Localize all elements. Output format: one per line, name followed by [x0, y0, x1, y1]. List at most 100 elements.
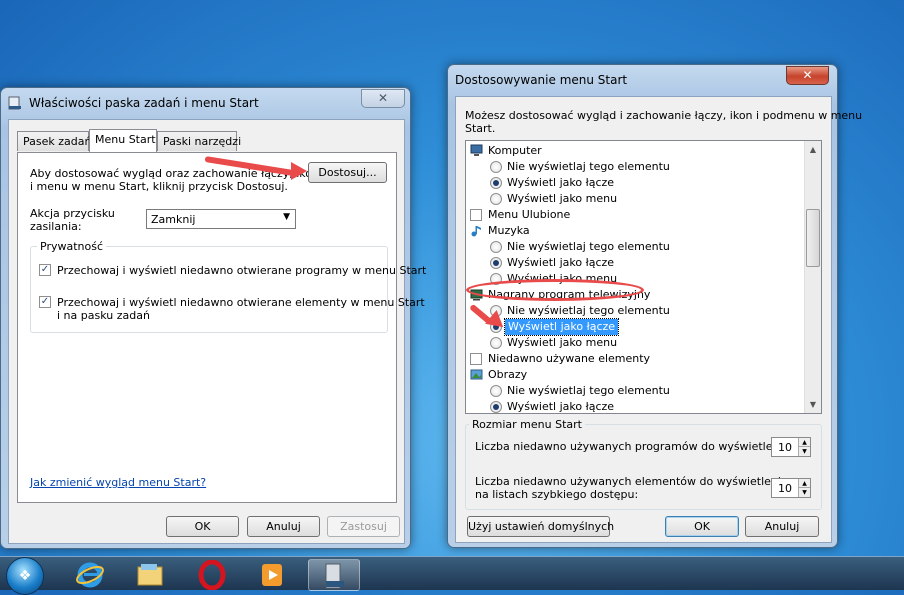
- power-button-label-line1: Akcja przycisku: [30, 207, 115, 220]
- help-link[interactable]: Jak zmienić wygląd menu Start?: [30, 476, 206, 489]
- recent-programs-count-value[interactable]: 10: [778, 441, 792, 454]
- dialog-title: Właściwości paska zadań i menu Start: [29, 96, 259, 110]
- recent-items-count-spinner[interactable]: 10 ▲ ▼: [771, 478, 811, 498]
- list-radio-label[interactable]: Nie wyświetlaj tego elementu: [507, 383, 670, 399]
- list-category-label: Obrazy: [488, 368, 528, 381]
- customize-button[interactable]: Dostosuj...: [308, 162, 387, 183]
- list-radio-label[interactable]: Nie wyświetlaj tego elementu: [507, 303, 670, 319]
- ok-button[interactable]: OK: [166, 516, 239, 537]
- privacy-group-label: Prywatność: [37, 240, 107, 253]
- internet-explorer-icon: [76, 562, 104, 588]
- size-group-label: Rozmiar menu Start: [469, 418, 585, 431]
- annotation-arrow-head: [291, 162, 307, 180]
- list-radio[interactable]: [490, 161, 502, 173]
- tab-toolbars[interactable]: Paski narzędzi: [157, 131, 241, 151]
- list-radio-label[interactable]: Wyświetl jako łącze: [503, 318, 620, 336]
- recent-items-checkbox-label-line2[interactable]: i na pasku zadań: [57, 309, 150, 322]
- tab-strip: Pasek zadań Menu Start Paski narzędzi: [17, 129, 397, 153]
- title-bar[interactable]: Właściwości paska zadań i menu Start ✕: [1, 88, 410, 118]
- privacy-group: Prywatność ✓ Przechowaj i wyświetl nieda…: [30, 240, 426, 333]
- start-menu-size-group: Rozmiar menu Start Liczba niedawno używa…: [465, 418, 822, 510]
- list-radio-label[interactable]: Nie wyświetlaj tego elementu: [507, 159, 670, 175]
- spinner-down-icon[interactable]: ▼: [798, 488, 810, 497]
- taskbar: ❖: [0, 556, 904, 595]
- cancel-button[interactable]: Anuluj: [247, 516, 320, 537]
- cancel-button[interactable]: Anuluj: [745, 516, 819, 537]
- recent-items-checkbox[interactable]: ✓: [39, 296, 51, 308]
- list-checkbox-label[interactable]: Menu Ulubione: [488, 207, 570, 223]
- folder-icon: [137, 564, 163, 586]
- list-radio-label[interactable]: Wyświetl jako łącze: [507, 175, 614, 191]
- power-button-label-line2: zasilania:: [30, 220, 82, 233]
- tab-start-menu[interactable]: Menu Start: [89, 129, 157, 152]
- close-icon: ✕: [377, 91, 389, 105]
- start-menu-items-list[interactable]: ▲ ▼ Komputer Nie wyświetlaj tego elementu…: [465, 140, 822, 414]
- recent-items-count-label-line2: na listach szybkiego dostępu:: [475, 488, 639, 501]
- list-radio[interactable]: [490, 337, 502, 349]
- computer-icon: [470, 144, 483, 156]
- annotation-ellipse: [466, 279, 644, 301]
- recent-programs-checkbox-label[interactable]: Przechowaj i wyświetl niedawno otwierane…: [57, 264, 426, 277]
- list-radio[interactable]: [490, 177, 502, 189]
- close-button[interactable]: ✕: [786, 66, 829, 85]
- recent-programs-checkbox[interactable]: ✓: [39, 264, 51, 276]
- list-scrollbar[interactable]: ▲ ▼: [804, 141, 821, 413]
- spinner-up-icon[interactable]: ▲: [798, 438, 810, 447]
- spinner-down-icon[interactable]: ▼: [798, 447, 810, 456]
- description-line1: Możesz dostosować wygląd i zachowanie łą…: [465, 109, 863, 122]
- dialog-body: Możesz dostosować wygląd i zachowanie łą…: [455, 96, 862, 543]
- spinner-up-icon[interactable]: ▲: [798, 479, 810, 488]
- use-defaults-button[interactable]: Użyj ustawień domyślnych: [467, 516, 614, 537]
- recent-programs-count-label: Liczba niedawno używanych programów do w…: [475, 440, 793, 453]
- customize-start-menu-dialog: Dostosowywanie menu Start ✕ Możesz dosto…: [447, 64, 862, 548]
- list-radio-label[interactable]: Nie wyświetlaj tego elementu: [507, 239, 670, 255]
- list-checkbox[interactable]: [470, 209, 482, 221]
- taskbar-media-player[interactable]: [246, 559, 298, 591]
- tab-taskbar[interactable]: Pasek zadań: [17, 131, 91, 151]
- close-icon: ✕: [802, 68, 813, 82]
- list-checkbox[interactable]: [470, 353, 482, 365]
- list-radio-label[interactable]: Wyświetl jako łącze: [507, 255, 614, 271]
- list-radio[interactable]: [490, 401, 502, 413]
- recent-programs-count-spinner[interactable]: 10 ▲ ▼: [771, 437, 811, 457]
- list-radio[interactable]: [490, 385, 502, 397]
- scroll-down-arrow-icon[interactable]: ▼: [805, 396, 821, 413]
- opera-icon: [198, 559, 226, 591]
- close-button[interactable]: ✕: [361, 89, 405, 108]
- recent-items-count-label-line1: Liczba niedawno używanych elementów do w…: [475, 475, 788, 488]
- taskbar-settings-icon: [8, 96, 21, 110]
- list-radio[interactable]: [490, 257, 502, 269]
- taskbar-internet-explorer[interactable]: [64, 559, 116, 591]
- apply-button[interactable]: Zastosuj: [327, 516, 400, 537]
- customize-description-line2: i menu w menu Start, kliknij przycisk Do…: [30, 180, 288, 193]
- power-button-select[interactable]: Zamknij ▼: [146, 209, 296, 229]
- taskbar-opera[interactable]: [186, 559, 238, 591]
- description-line2: Start.: [465, 122, 496, 135]
- list-radio[interactable]: [490, 193, 502, 205]
- dialog-body: Pasek zadań Menu Start Paski narzędzi Ab…: [8, 119, 426, 544]
- taskbar-taskbar-properties[interactable]: [308, 559, 360, 591]
- ok-button[interactable]: OK: [665, 516, 739, 537]
- recent-items-count-value[interactable]: 10: [778, 482, 792, 495]
- taskbar-settings-icon: [325, 563, 344, 589]
- pictures-icon: [470, 369, 483, 380]
- dialog-title: Dostosowywanie menu Start: [455, 73, 628, 87]
- media-player-icon: [262, 564, 282, 586]
- start-menu-tab-panel: Aby dostosować wygląd oraz zachowanie łą…: [17, 152, 426, 503]
- list-category-label: Komputer: [488, 144, 542, 157]
- list-checkbox-label[interactable]: Niedawno używane elementy: [488, 351, 650, 367]
- list-radio-label[interactable]: Wyświetl jako menu: [507, 191, 617, 207]
- list-radio-label[interactable]: Wyświetl jako menu: [507, 335, 617, 351]
- list-category-label: Muzyka: [488, 224, 530, 237]
- scroll-thumb[interactable]: [806, 209, 820, 267]
- start-button[interactable]: ❖: [6, 557, 44, 595]
- power-button-value: Zamknij: [151, 213, 196, 226]
- list-radio-label[interactable]: Wyświetl jako łącze: [507, 399, 614, 413]
- scroll-up-arrow-icon[interactable]: ▲: [805, 141, 821, 158]
- list-radio[interactable]: [490, 241, 502, 253]
- title-bar[interactable]: Dostosowywanie menu Start ✕: [448, 65, 837, 95]
- windows-logo-icon: ❖: [18, 568, 32, 584]
- recent-items-checkbox-label-line1[interactable]: Przechowaj i wyświetl niedawno otwierane…: [57, 296, 425, 309]
- dropdown-arrow-icon: ▼: [283, 212, 290, 222]
- taskbar-explorer[interactable]: [124, 559, 176, 591]
